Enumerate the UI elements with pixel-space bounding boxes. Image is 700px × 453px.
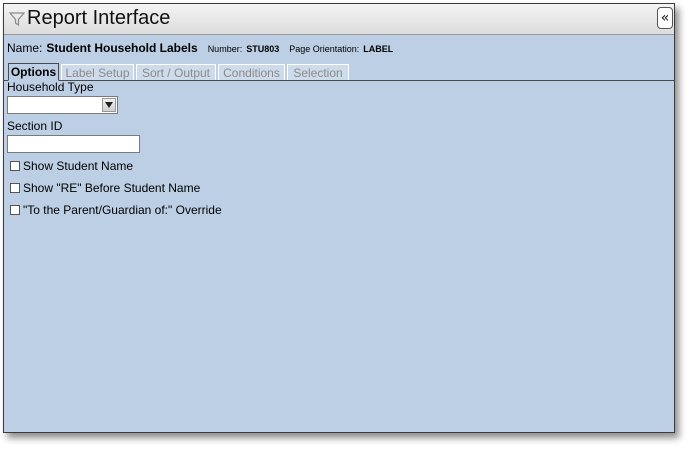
filter-icon xyxy=(9,12,25,27)
tab-selection[interactable]: Selection xyxy=(287,64,349,80)
household-type-select[interactable] xyxy=(7,96,118,114)
orientation-value: LABEL xyxy=(363,44,394,54)
section-id-input[interactable] xyxy=(7,135,140,153)
collapse-button[interactable]: « xyxy=(657,7,673,29)
report-number-value: STU803 xyxy=(246,44,280,54)
number-label: Number: xyxy=(207,44,243,54)
tab-options[interactable]: Options xyxy=(8,63,59,81)
dropdown-arrow-icon[interactable] xyxy=(102,98,116,112)
orientation-label: Page Orientation: xyxy=(289,44,360,54)
parent-guardian-override-checkbox[interactable] xyxy=(10,205,20,215)
show-student-name-option[interactable]: Show Student Name xyxy=(10,159,133,173)
parent-guardian-override-label: "To the Parent/Guardian of:" Override xyxy=(23,203,222,217)
report-info-bar: Name: Student Household Labels Number: STU8… xyxy=(7,41,403,57)
show-re-option[interactable]: Show "RE" Before Student Name xyxy=(10,181,200,195)
tab-conditions[interactable]: Conditions xyxy=(218,64,285,80)
name-label: Name: xyxy=(7,41,43,55)
household-type-label: Household Type xyxy=(7,80,94,94)
tab-label-setup[interactable]: Label Setup xyxy=(61,64,134,80)
show-student-name-checkbox[interactable] xyxy=(10,161,20,171)
tab-sort-output[interactable]: Sort / Output xyxy=(136,64,216,80)
report-name-value: Student Household Labels xyxy=(46,41,198,55)
show-re-checkbox[interactable] xyxy=(10,183,20,193)
section-id-label: Section ID xyxy=(7,119,63,133)
tab-bar: Options Label Setup Sort / Output Condit… xyxy=(4,63,674,81)
title-bar: Report Interface « xyxy=(4,4,674,35)
show-re-label: Show "RE" Before Student Name xyxy=(23,181,201,195)
parent-guardian-override-option[interactable]: "To the Parent/Guardian of:" Override xyxy=(10,203,222,217)
window-title: Report Interface xyxy=(27,7,171,29)
report-interface-window: Report Interface « Name: Student Househol… xyxy=(3,3,675,433)
show-student-name-label: Show Student Name xyxy=(23,159,134,173)
